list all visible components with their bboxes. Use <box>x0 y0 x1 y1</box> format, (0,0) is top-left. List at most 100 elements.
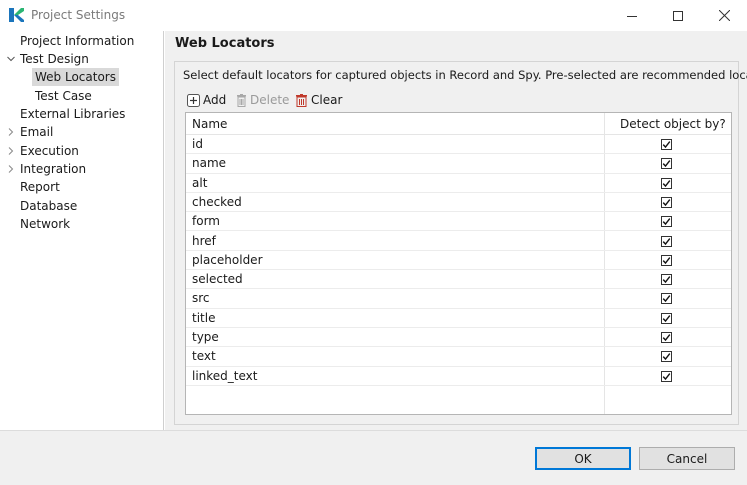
table-row[interactable]: alt <box>186 174 731 193</box>
column-header-name[interactable]: Name <box>192 113 227 135</box>
detect-checkbox[interactable] <box>661 196 672 208</box>
detect-checkbox[interactable] <box>661 293 672 305</box>
locator-name: src <box>192 291 210 306</box>
checkmark-icon <box>662 372 671 380</box>
tree-item-test-design[interactable]: Test Design <box>20 50 89 68</box>
table-row[interactable]: text <box>186 347 731 367</box>
tree-item-execution[interactable]: Execution <box>20 142 79 160</box>
tree-item-network[interactable]: Network <box>20 215 70 233</box>
window-title: Project Settings <box>31 8 126 22</box>
tree-item-label: Test Design <box>20 52 89 66</box>
checkmark-icon <box>662 276 671 284</box>
chevron-right-icon[interactable] <box>6 142 16 160</box>
checkmark-icon <box>662 199 671 206</box>
close-icon <box>718 10 730 21</box>
table-row[interactable]: name <box>186 154 731 174</box>
detect-checkbox[interactable] <box>661 254 672 266</box>
checkmark-icon <box>662 218 671 226</box>
tree-item-external-libraries[interactable]: External Libraries <box>20 105 125 123</box>
clear-label: Clear <box>311 93 343 107</box>
locator-name: href <box>192 233 216 248</box>
detect-checkbox[interactable] <box>661 158 672 170</box>
table-row[interactable]: selected <box>186 270 731 290</box>
page-title: Web Locators <box>175 36 275 51</box>
ok-button[interactable]: OK <box>535 447 631 470</box>
detect-checkbox[interactable] <box>661 216 672 228</box>
table-row[interactable]: form <box>186 212 731 232</box>
detect-checkbox[interactable] <box>661 370 672 382</box>
table-row[interactable]: type <box>186 328 731 348</box>
cancel-button[interactable]: Cancel <box>639 447 735 470</box>
column-header-detect[interactable]: Detect object by? <box>620 113 726 135</box>
tree-item-report[interactable]: Report <box>20 178 60 196</box>
detect-checkbox[interactable] <box>661 312 672 324</box>
add-button[interactable]: Add <box>187 90 226 110</box>
title-bar: Project Settings <box>0 0 747 31</box>
tree-item-label: Test Case <box>35 89 92 103</box>
table-row[interactable]: checked <box>186 193 731 213</box>
clear-button[interactable]: Clear <box>295 90 342 110</box>
tree-item-label: External Libraries <box>20 107 126 121</box>
tree-item-label: Database <box>20 199 78 213</box>
locators-table: Name Detect object by? id name alt checked f… <box>185 112 732 415</box>
maximize-button[interactable] <box>655 0 701 31</box>
checkmark-icon <box>662 314 671 322</box>
locator-name: selected <box>192 272 243 287</box>
locator-name: alt <box>192 175 208 190</box>
tree-item-label: Project Information <box>20 34 135 48</box>
delete-label: Delete <box>250 93 290 107</box>
page-description: Select default locators for captured obj… <box>183 68 747 82</box>
tree-item-label: Email <box>20 125 54 139</box>
locator-name: linked_text <box>192 368 258 383</box>
detect-checkbox[interactable] <box>661 332 672 343</box>
table-row[interactable]: title <box>186 309 731 328</box>
tree-item-web-locators[interactable]: Web Locators <box>32 68 119 86</box>
table-header: Name Detect object by? <box>186 113 731 135</box>
detect-checkbox[interactable] <box>661 235 672 247</box>
tree-item-label: Integration <box>20 162 87 176</box>
trash-icon <box>237 93 246 107</box>
locator-name: title <box>192 310 216 325</box>
chevron-right-icon[interactable] <box>6 123 16 141</box>
minimize-icon <box>627 15 637 17</box>
table-row[interactable]: id <box>186 135 731 155</box>
tree-item-integration[interactable]: Integration <box>20 160 86 178</box>
chevron-right-icon[interactable] <box>6 160 16 178</box>
tree-item-database[interactable]: Database <box>20 197 77 215</box>
detect-checkbox[interactable] <box>661 139 672 150</box>
locator-name: type <box>192 330 219 344</box>
locator-name: id <box>192 137 203 151</box>
minimize-button[interactable] <box>609 0 655 31</box>
table-row[interactable]: href <box>186 232 731 251</box>
delete-button[interactable]: Delete <box>236 90 289 110</box>
checkmark-icon <box>662 353 671 361</box>
tree-item-project-information[interactable]: Project Information <box>20 32 134 50</box>
dialog-footer: OK Cancel <box>0 430 747 485</box>
detect-checkbox[interactable] <box>661 177 672 189</box>
locator-name: text <box>192 349 216 364</box>
checkmark-icon <box>662 295 671 303</box>
tree-item-email[interactable]: Email <box>20 123 53 141</box>
checkmark-icon <box>662 160 671 168</box>
close-button[interactable] <box>701 0 747 31</box>
checkmark-icon <box>662 256 671 264</box>
table-row[interactable]: placeholder <box>186 251 731 271</box>
locator-name: name <box>192 156 227 171</box>
detect-checkbox[interactable] <box>661 274 672 286</box>
add-label: Add <box>203 93 227 107</box>
clear-icon <box>296 93 307 107</box>
table-row[interactable]: src <box>186 289 731 309</box>
tree-item-label: Network <box>20 217 71 231</box>
add-icon <box>187 93 200 107</box>
locator-name: checked <box>192 194 242 209</box>
tree-item-label: Execution <box>20 144 79 158</box>
checkmark-icon <box>662 141 671 149</box>
detect-checkbox[interactable] <box>661 351 672 363</box>
tree-item-test-case[interactable]: Test Case <box>35 87 92 105</box>
tree-item-label: Web Locators <box>35 70 116 84</box>
settings-tree: Project Information Test Design Web Loca… <box>0 31 164 430</box>
checkmark-icon <box>662 334 671 342</box>
checkmark-icon <box>662 179 671 187</box>
chevron-down-icon[interactable] <box>6 50 16 68</box>
table-row[interactable]: linked_text <box>186 367 731 386</box>
